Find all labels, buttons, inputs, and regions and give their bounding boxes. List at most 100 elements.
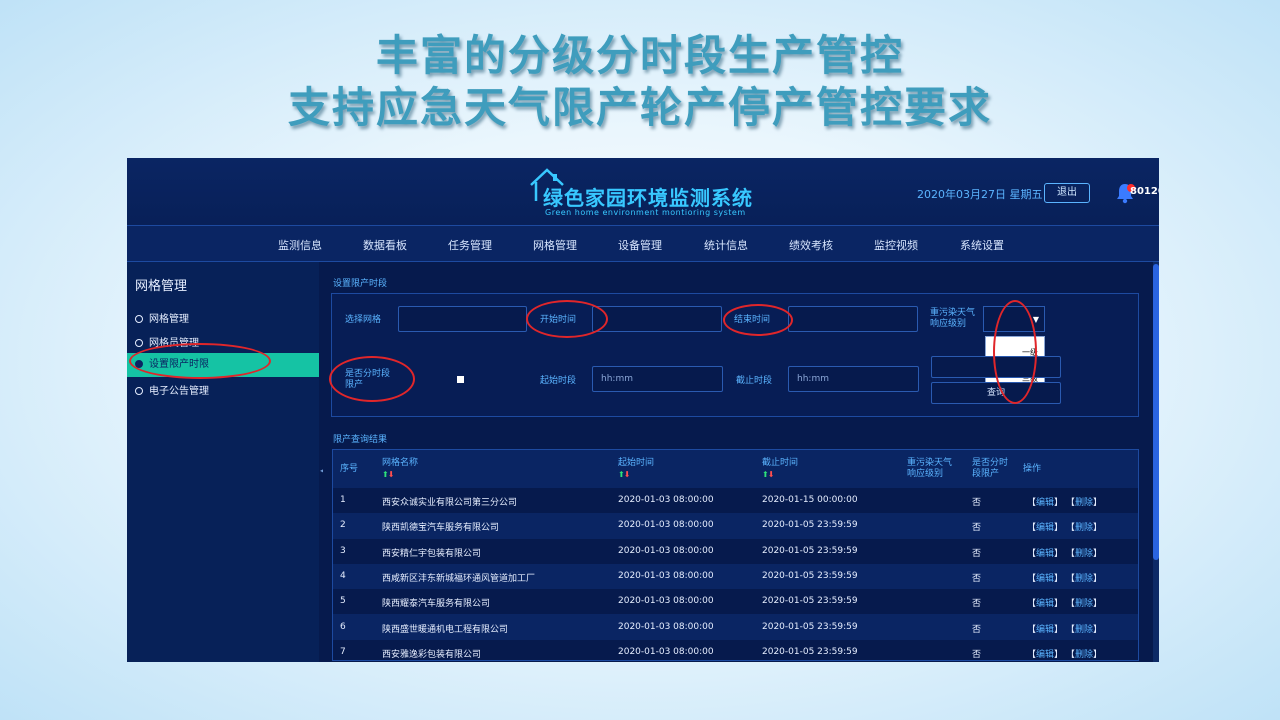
cell-ops: 【编辑】 【删除】 <box>1027 498 1102 508</box>
grid-label: 选择网格 <box>345 315 382 325</box>
edit-link[interactable]: 编辑 <box>1036 650 1054 660</box>
cell-grid-name: 西安众诚实业有限公司第三分公司 <box>382 498 518 508</box>
nav-item-monitoring[interactable]: 监测信息 <box>278 237 322 253</box>
sidebar-item-grid-staff[interactable]: 网格员管理 <box>135 334 199 354</box>
radio-dot-icon <box>135 360 143 368</box>
cell-split: 否 <box>972 548 982 559</box>
app-subtitle: Green home environment montioring system <box>545 208 746 217</box>
table-row: 6 陕西盛世暖通机电工程有限公司 2020-01-03 08:00:00 2020-0… <box>333 614 1138 640</box>
results-table: 序号 网格名称 ⬆⬇ 起始时间 ⬆⬇ 截止时间 ⬆⬇ 重污染天气 响应级别 是否分… <box>332 449 1139 661</box>
cell-grid-name: 陕西盛世暖通机电工程有限公司 <box>382 624 509 635</box>
scrollbar-thumb[interactable] <box>1153 264 1159 560</box>
app-title: 绿色家园环境监测系统 <box>543 186 753 210</box>
sidebar-item-limit-period[interactable]: 设置限产时限 <box>127 353 319 377</box>
start-time-input[interactable] <box>592 306 722 332</box>
headline-line-2: 支持应急天气限产轮产停产管控要求 <box>287 83 992 132</box>
query-button[interactable]: 查询 <box>931 382 1061 404</box>
form-section-title: 设置限产时段 <box>333 279 388 289</box>
cell-split: 否 <box>972 649 982 660</box>
table-row: 7 西安雅逸彩包装有限公司 2020-01-03 08:00:00 2020-01-0… <box>333 639 1138 660</box>
cell-split: 否 <box>972 523 982 534</box>
nav-item-video[interactable]: 监控视频 <box>874 237 918 253</box>
table-row: 2 陕西凯德宝汽车服务有限公司 2020-01-03 08:00:00 2020-01… <box>333 513 1138 539</box>
cell-index: 2 <box>340 520 346 531</box>
edit-link[interactable]: 编辑 <box>1036 574 1054 584</box>
logout-button[interactable]: 退出 <box>1044 183 1090 203</box>
cell-start-time: 2020-01-03 08:00:00 <box>618 495 714 505</box>
col-ops: 操作 <box>1023 464 1042 474</box>
sidebar-item-announcements[interactable]: 电子公告管理 <box>135 382 209 402</box>
cell-end-time: 2020-01-05 23:59:59 <box>762 596 858 607</box>
cell-start-time: 2020-01-03 08:00:00 <box>618 570 714 581</box>
radio-dot-icon <box>135 315 143 323</box>
pollution-level-select[interactable]: ▼ <box>983 306 1045 332</box>
nav-item-performance[interactable]: 绩效考核 <box>789 237 833 253</box>
edit-link[interactable]: 编辑 <box>1036 625 1054 635</box>
grid-select-input[interactable] <box>398 306 527 332</box>
delete-link[interactable]: 删除 <box>1075 498 1093 508</box>
notification-count: 80120 <box>1130 186 1159 197</box>
nav-item-statistics[interactable]: 统计信息 <box>704 237 748 253</box>
col-level: 重污染天气 响应级别 <box>907 458 953 479</box>
sort-arrows-icon: ⬆⬇ <box>762 470 774 479</box>
cell-grid-name: 西安雅逸彩包装有限公司 <box>382 649 482 660</box>
sidebar-item-grid-management[interactable]: 网格管理 <box>135 310 189 330</box>
cell-start-time: 2020-01-03 08:00:00 <box>618 621 714 632</box>
end-period-input[interactable]: hh:mm <box>788 366 919 392</box>
cell-start-time: 2020-01-03 08:00:00 <box>618 545 714 556</box>
col-end-time[interactable]: 截止时间 ⬆⬇ <box>762 458 798 481</box>
cell-ops: 【编辑】 【删除】 <box>1027 624 1102 635</box>
delete-link[interactable]: 删除 <box>1075 523 1093 533</box>
main-nav: 监测信息 数据看板 任务管理 网格管理 设备管理 统计信息 绩效考核 监控视频 … <box>127 226 1159 262</box>
edit-link[interactable]: 编辑 <box>1036 549 1054 559</box>
delete-link[interactable]: 删除 <box>1075 574 1093 584</box>
cell-ops: 【编辑】 【删除】 <box>1027 573 1102 584</box>
time-split-label: 是否分时段 限产 <box>345 369 391 390</box>
nav-item-grid[interactable]: 网格管理 <box>533 237 577 253</box>
cell-grid-name: 陕西耀泰汽车服务有限公司 <box>382 599 491 610</box>
sort-arrows-icon: ⬆⬇ <box>618 470 630 479</box>
cell-start-time: 2020-01-03 08:00:00 <box>618 596 714 607</box>
delete-link[interactable]: 删除 <box>1075 625 1093 635</box>
nav-item-devices[interactable]: 设备管理 <box>618 237 662 253</box>
delete-link[interactable]: 删除 <box>1075 549 1093 559</box>
time-split-checkbox[interactable] <box>457 376 464 383</box>
cell-end-time: 2020-01-05 23:59:59 <box>762 520 858 531</box>
cell-index: 7 <box>340 646 346 657</box>
cell-split: 否 <box>972 573 982 584</box>
nav-item-tasks[interactable]: 任务管理 <box>448 237 492 253</box>
edit-link[interactable]: 编辑 <box>1036 523 1054 533</box>
start-period-input[interactable]: hh:mm <box>592 366 723 392</box>
cell-start-time: 2020-01-03 08:00:00 <box>618 520 714 531</box>
cell-start-time: 2020-01-03 08:00:00 <box>618 646 714 657</box>
end-time-input[interactable] <box>788 306 918 332</box>
cell-end-time: 2020-01-15 00:00:00 <box>762 495 858 505</box>
delete-link[interactable]: 删除 <box>1075 599 1093 609</box>
cell-grid-name: 陕西凯德宝汽车服务有限公司 <box>382 523 500 534</box>
start-period-label: 起始时段 <box>540 376 577 386</box>
main-content: 设置限产时段 选择网格 开始时间 结束时间 重污染天气响应级别 ▼ 一级 二级 … <box>323 262 1159 662</box>
cell-end-time: 2020-01-05 23:59:59 <box>762 545 858 556</box>
col-start-time[interactable]: 起始时间 ⬆⬇ <box>618 458 654 481</box>
start-time-label: 开始时间 <box>540 315 577 325</box>
col-grid-name[interactable]: 网格名称 ⬆⬇ <box>382 458 418 481</box>
cell-grid-name: 西咸新区沣东新城福环通风管道加工厂 <box>382 573 536 584</box>
table-row: 5 陕西耀泰汽车服务有限公司 2020-01-03 08:00:00 2020-01-… <box>333 589 1138 615</box>
nav-item-settings[interactable]: 系统设置 <box>960 237 1004 253</box>
cell-split: 否 <box>972 599 982 610</box>
app-window: 绿色家园环境监测系统 Green home environment montio… <box>127 158 1159 662</box>
col-split: 是否分时 段限产 <box>972 458 1009 479</box>
cell-ops: 【编辑】 【删除】 <box>1027 599 1102 610</box>
edit-link[interactable]: 编辑 <box>1036 599 1054 609</box>
edit-link[interactable]: 编辑 <box>1036 498 1054 508</box>
results-section-title: 限产查询结果 <box>333 435 388 445</box>
cell-index: 6 <box>340 621 346 632</box>
reset-button[interactable] <box>931 356 1061 378</box>
delete-link[interactable]: 删除 <box>1075 650 1093 660</box>
cell-ops: 【编辑】 【删除】 <box>1027 649 1102 660</box>
sidebar-title: 网格管理 <box>135 279 188 294</box>
nav-item-dashboard[interactable]: 数据看板 <box>363 237 407 253</box>
sidebar: 网格管理 网格管理 网格员管理 设置限产时限 电子公告管理 <box>127 262 319 662</box>
cell-ops: 【编辑】 【删除】 <box>1027 523 1102 534</box>
sort-arrows-icon: ⬆⬇ <box>382 470 394 479</box>
